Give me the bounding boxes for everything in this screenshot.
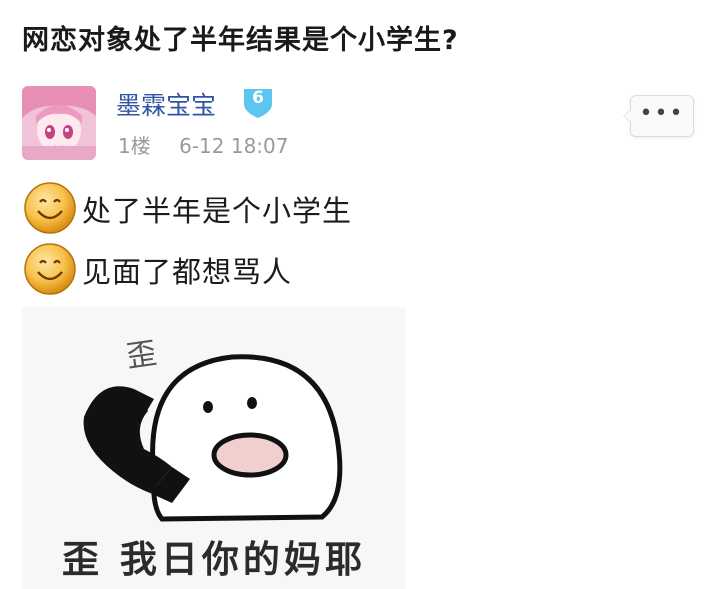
more-dots-icon: •••: [639, 101, 685, 126]
floor-number: 1楼: [118, 134, 151, 158]
smile-emoji-icon: [24, 243, 76, 295]
user-avatar[interactable]: [22, 86, 96, 160]
meme-image[interactable]: 歪 歪 我日你的妈耶: [22, 307, 406, 589]
more-options-button[interactable]: •••: [623, 95, 694, 137]
content-text: 见面了都想骂人: [82, 255, 293, 289]
level-number: 6: [252, 88, 264, 108]
username[interactable]: 墨霖宝宝: [116, 86, 216, 122]
post-meta: 1楼 6-12 18:07: [118, 130, 288, 159]
meme-speech-text: 歪: [124, 336, 159, 375]
smile-emoji-icon: [24, 182, 76, 234]
post-title: 网恋对象处了半年结果是个小学生?: [22, 25, 459, 56]
anime-avatar-icon: [22, 86, 96, 160]
content-text: 处了半年是个小学生: [82, 194, 353, 228]
post-time: 6-12 18:07: [179, 134, 289, 158]
meme-caption: 歪 我日你的妈耶: [62, 538, 366, 581]
level-badge: 6: [240, 86, 276, 120]
